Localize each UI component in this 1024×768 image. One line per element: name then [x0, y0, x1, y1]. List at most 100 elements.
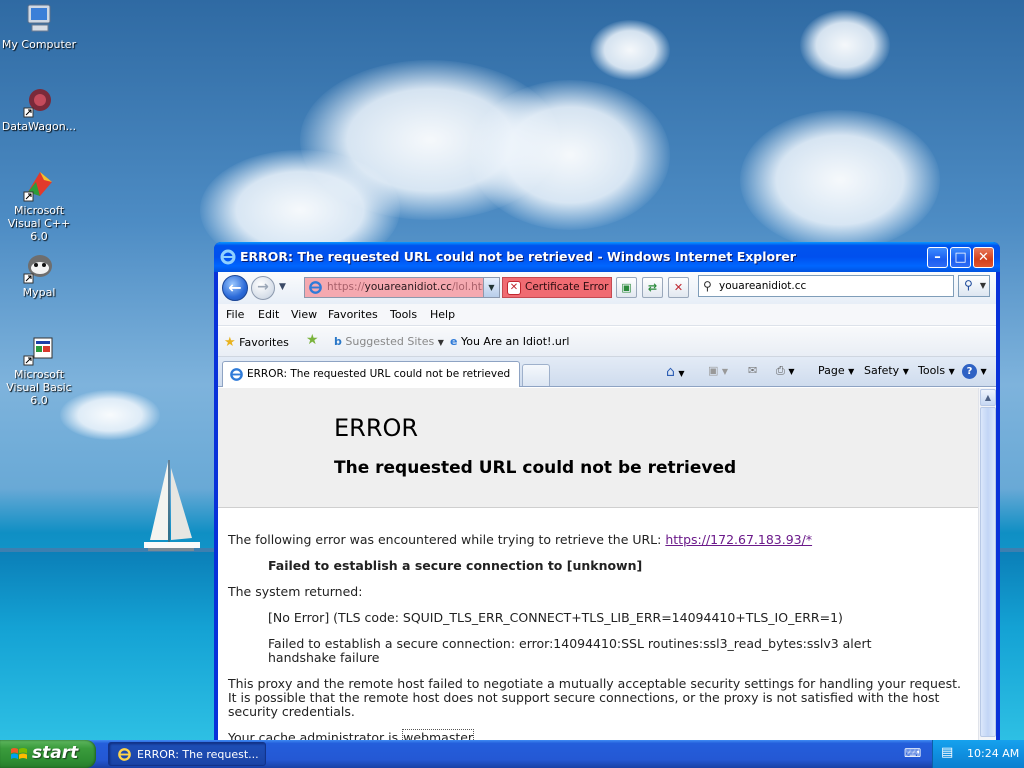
stop-button[interactable]: ✕ [668, 277, 689, 298]
chevron-down-icon: ▼ [979, 281, 986, 290]
menu-favorites[interactable]: Favorites [328, 308, 378, 321]
network-icon[interactable]: ▤ [941, 745, 953, 760]
start-label: start [32, 743, 79, 763]
tls-code-line: [No Error] (TLS code: SQUID_TLS_ERR_CONN… [268, 610, 843, 625]
desktop-icon-label: DataWagon... [1, 120, 77, 133]
chevron-down-icon: ▼ [721, 367, 729, 376]
desktop-icon-mypal[interactable]: Mypal [0, 250, 78, 299]
title-bar[interactable]: ERROR: The requested URL could not be re… [214, 242, 1000, 272]
page-subheading: The requested URL could not be retrieved [334, 458, 737, 478]
vertical-scrollbar[interactable]: ▲ [978, 388, 996, 742]
refresh-button[interactable]: ⇄ [642, 277, 663, 298]
address-url[interactable]: https://youareanidiot.cc/lol.html [327, 281, 495, 293]
menu-file[interactable]: File [226, 308, 244, 321]
tab-title: ERROR: The requested URL could not be re… [247, 368, 511, 380]
keyboard-icon[interactable]: ⌨ [904, 746, 921, 760]
visual-cpp-icon [22, 168, 56, 202]
page-heading: ERROR [334, 414, 419, 442]
cloud [590, 20, 670, 80]
taskbar: start ERROR: The request... ⌨ ▤ 10:24 AM [0, 740, 1024, 768]
error-header: ERROR The requested URL could not be ret… [218, 388, 978, 508]
chevron-down-icon: ▼ [788, 367, 795, 376]
windows-logo-icon [11, 748, 27, 759]
favorite-link-label: You Are an Idiot!.url [460, 335, 570, 348]
recent-pages-dropdown-icon[interactable]: ▼ [279, 282, 286, 292]
navigation-bar: ← → ▼ https://youareanidiot.cc/lol.html … [218, 272, 996, 304]
shield-x-icon: ✕ [507, 281, 521, 295]
new-tab-button[interactable] [522, 364, 550, 386]
computer-icon [22, 2, 56, 36]
error-message: Failed to establish a secure connection … [268, 558, 643, 573]
ie-window: ERROR: The requested URL could not be re… [214, 242, 1000, 742]
window-title: ERROR: The requested URL could not be re… [240, 249, 796, 264]
menu-tools[interactable]: Tools [390, 308, 417, 321]
print-button[interactable]: ⎙ ▼ [776, 364, 794, 378]
back-button[interactable]: ← [222, 275, 248, 301]
add-favorite-icon[interactable]: ★ [306, 332, 319, 348]
forward-button[interactable]: → [251, 276, 275, 300]
cloud [740, 110, 940, 250]
read-mail-button[interactable]: ✉ [748, 364, 757, 377]
safety-menu-button[interactable]: Safety ▼ [864, 364, 909, 377]
home-button[interactable]: ⌂ ▼ [666, 364, 685, 380]
page-content: ERROR The requested URL could not be ret… [218, 388, 978, 742]
menu-view[interactable]: View [291, 308, 317, 321]
scroll-up-button[interactable]: ▲ [980, 389, 996, 406]
start-button[interactable]: start [0, 740, 96, 768]
close-button[interactable]: ✕ [973, 247, 994, 268]
ie-icon [118, 748, 131, 761]
chevron-down-icon: ▼ [437, 338, 444, 347]
intro-paragraph: The following error was encountered whil… [228, 532, 812, 547]
favorites-label: Favorites [239, 336, 289, 349]
ie-icon [220, 249, 236, 265]
tools-menu-label: Tools [918, 364, 946, 377]
sailboat [144, 460, 200, 551]
desktop-icon-visual-cpp[interactable]: Microsoft Visual C++ 6.0 [0, 168, 78, 243]
minimize-button[interactable]: – [927, 247, 948, 268]
chevron-down-icon: ▼ [980, 367, 987, 376]
tab-active[interactable]: ERROR: The requested URL could not be re… [222, 361, 520, 387]
help-button[interactable]: ? ▼ [962, 364, 987, 379]
desktop-icon-my-computer[interactable]: My Computer [0, 2, 78, 51]
chevron-down-icon: ▼ [948, 367, 955, 376]
browser-client: ← → ▼ https://youareanidiot.cc/lol.html … [218, 272, 996, 742]
favorite-link[interactable]: e You Are an Idiot!.url [450, 335, 570, 348]
menu-help[interactable]: Help [430, 308, 455, 321]
home-icon: ⌂ [666, 364, 675, 380]
address-bar[interactable]: https://youareanidiot.cc/lol.html ▼ [304, 277, 500, 298]
suggested-sites-label: Suggested Sites [345, 335, 435, 348]
feeds-button[interactable]: ▣ ▼ [708, 364, 728, 377]
printer-icon: ⎙ [776, 364, 785, 377]
proxy-explanation: This proxy and the remote host failed to… [228, 676, 961, 691]
desktop-icon-datawagon[interactable]: DataWagon... [0, 84, 78, 133]
bing-icon: b [334, 335, 342, 348]
chevron-down-icon: ▼ [848, 367, 855, 376]
maximize-button[interactable]: □ [950, 247, 971, 268]
desktop-icon-label: Mypal [22, 286, 56, 299]
favorites-button[interactable]: ★ Favorites [224, 335, 289, 350]
proxy-explanation-2: It is possible that the remote host does… [228, 690, 940, 705]
star-icon: ★ [224, 335, 236, 350]
proxy-explanation-3: security credentials. [228, 704, 355, 719]
menu-edit[interactable]: Edit [258, 308, 279, 321]
search-input[interactable]: ⚲ youareanidiot.cc [698, 275, 954, 297]
help-icon: ? [962, 364, 977, 379]
feed-icon: ▣ [708, 364, 719, 377]
cloud [470, 80, 670, 230]
search-icon: ⚲ [703, 279, 712, 293]
certificate-error-label: Certificate Error [525, 281, 609, 293]
desktop-icon-label: Microsoft Visual Basic 6.0 [6, 368, 72, 407]
tools-menu-button[interactable]: Tools ▼ [918, 364, 955, 377]
certificate-error-button[interactable]: ✕ Certificate Error [502, 277, 612, 298]
compatibility-view-button[interactable]: ▣ [616, 277, 637, 298]
suggested-sites-button[interactable]: b Suggested Sites ▼ [334, 335, 444, 348]
intro-text: The following error was encountered whil… [228, 532, 662, 547]
taskbar-item-ie[interactable]: ERROR: The request... [108, 742, 266, 766]
search-button[interactable]: ⚲ ▼ [958, 275, 990, 297]
page-menu-button[interactable]: Page ▼ [818, 364, 854, 377]
favorites-bar: ★ Favorites ★ b Suggested Sites ▼ e You … [218, 327, 996, 357]
error-url-link[interactable]: https://172.67.183.93/* [665, 532, 812, 547]
scroll-thumb[interactable] [980, 407, 996, 737]
desktop-icon-visual-basic[interactable]: Microsoft Visual Basic 6.0 [0, 332, 78, 407]
address-dropdown-button[interactable]: ▼ [483, 278, 499, 297]
